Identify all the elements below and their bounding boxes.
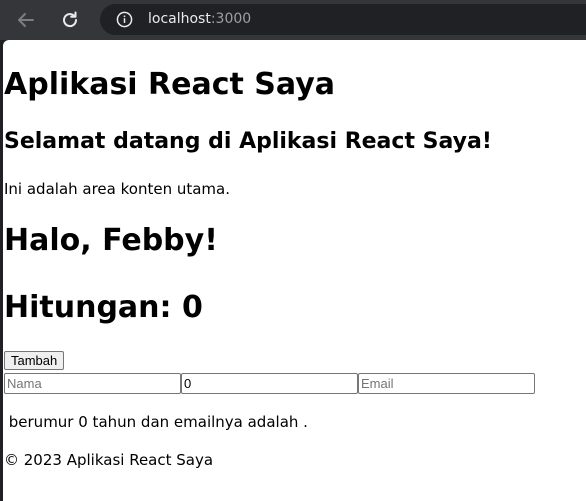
add-button[interactable]: Tambah <box>4 351 65 370</box>
reload-icon <box>63 11 78 28</box>
footer-text: © 2023 Aplikasi React Saya <box>4 451 214 469</box>
counter-value: 0 <box>181 290 203 325</box>
app-title: Aplikasi React Saya <box>4 67 336 102</box>
age-input[interactable] <box>181 373 358 394</box>
email-input[interactable] <box>358 373 535 394</box>
url-port: :3000 <box>210 11 252 27</box>
url-text[interactable]: localhost:3000 <box>148 11 251 28</box>
counter-heading: Hitungan: 0 <box>4 290 203 326</box>
counter-label: Hitungan: <box>4 290 182 325</box>
address-bar[interactable]: localhost:3000 <box>100 4 586 35</box>
intro-text: Ini adalah area konten utama. <box>4 180 230 198</box>
page-viewport: Aplikasi React Saya Selamat datang di Ap… <box>3 40 586 501</box>
info-icon[interactable] <box>116 11 133 28</box>
browser-toolbar: localhost:3000 <box>0 0 586 40</box>
reload-button[interactable] <box>58 8 82 32</box>
back-button[interactable] <box>14 8 38 32</box>
name-input[interactable] <box>4 373 181 394</box>
welcome-heading: Selamat datang di Aplikasi React Saya! <box>4 129 492 154</box>
url-host: localhost <box>148 11 211 27</box>
back-arrow-icon <box>18 13 34 27</box>
greeting-heading: Halo, Febby! <box>4 223 218 258</box>
summary-text: berumur 0 tahun dan emailnya adalah . <box>4 413 308 431</box>
